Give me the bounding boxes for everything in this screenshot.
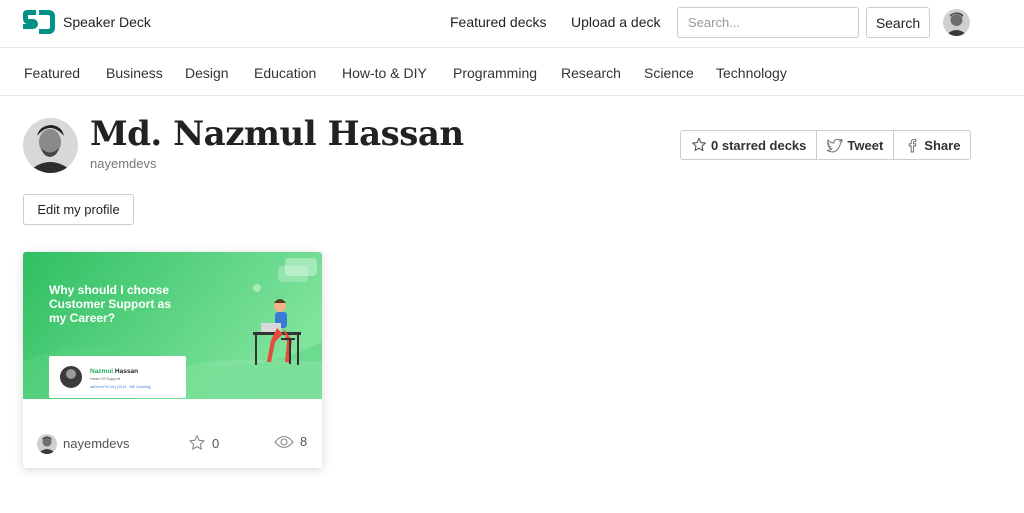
share-button[interactable]: Share	[894, 131, 970, 159]
starred-decks-button[interactable]: 0 starred decks	[681, 131, 818, 159]
tweet-button[interactable]: Tweet	[817, 131, 895, 159]
category-business[interactable]: Business	[106, 65, 163, 81]
twitter-icon	[827, 138, 843, 153]
star-count-value: 0	[212, 435, 220, 451]
category-featured[interactable]: Featured	[24, 65, 80, 81]
share-label: Share	[924, 137, 961, 153]
star-icon	[189, 435, 205, 450]
category-design[interactable]: Design	[185, 65, 229, 81]
deck-card-footer: nayemdevs 0 8	[23, 399, 322, 468]
profile-avatar	[23, 118, 78, 173]
speaker-role: Head Of Support	[90, 376, 121, 381]
speaker-meta: weDevs Pvt Ltd | (2014 - Still Counting)	[90, 385, 151, 389]
search-input[interactable]	[677, 7, 859, 38]
deck-title-line3: my Career?	[49, 311, 115, 325]
star-icon	[692, 137, 706, 152]
category-science[interactable]: Science	[644, 65, 694, 81]
speaker-last-name: Hassan	[113, 368, 138, 375]
category-research[interactable]: Research	[561, 65, 621, 81]
brand-name: Speaker Deck	[63, 14, 151, 30]
svg-text:Nazmul Hassan: Nazmul Hassan	[90, 368, 138, 375]
star-count[interactable]: 0	[188, 434, 219, 452]
deck-thumbnail[interactable]: Why should I choose Customer Support as …	[23, 252, 322, 399]
profile-name: Md. Nazmul Hassan	[90, 114, 464, 154]
view-count: 8	[274, 434, 307, 449]
upload-deck-link[interactable]: Upload a deck	[571, 14, 661, 30]
starred-decks-label: 0 starred decks	[711, 137, 807, 153]
category-how-to-diy[interactable]: How-to & DIY	[342, 65, 427, 81]
deck-title-line1: Why should I choose	[49, 283, 169, 297]
category-bar: Featured Business Design Education How-t…	[0, 49, 1024, 96]
profile-handle: nayemdevs	[90, 156, 157, 171]
category-technology[interactable]: Technology	[716, 65, 787, 81]
featured-decks-link[interactable]: Featured decks	[450, 14, 547, 30]
view-count-value: 8	[300, 434, 308, 449]
speaker-deck-logo-icon	[22, 10, 55, 34]
top-header: Speaker Deck Featured decks Upload a dec…	[0, 0, 1024, 48]
tweet-label: Tweet	[847, 137, 884, 153]
facebook-icon	[909, 138, 917, 153]
owner-name[interactable]: nayemdevs	[63, 436, 129, 451]
category-programming[interactable]: Programming	[453, 65, 537, 81]
user-avatar[interactable]	[943, 9, 970, 36]
category-education[interactable]: Education	[254, 65, 316, 81]
search-button[interactable]: Search	[866, 7, 930, 38]
edit-profile-button[interactable]: Edit my profile	[23, 194, 134, 225]
deck-title-line2: Customer Support as	[49, 297, 171, 311]
owner-avatar[interactable]	[37, 434, 57, 454]
brand-logo[interactable]: Speaker Deck	[22, 10, 151, 34]
speaker-first-name: Nazmul	[90, 368, 113, 375]
eye-icon	[274, 435, 294, 448]
profile-actions: 0 starred decks Tweet Share	[680, 130, 972, 160]
deck-card[interactable]: Why should I choose Customer Support as …	[23, 252, 322, 468]
